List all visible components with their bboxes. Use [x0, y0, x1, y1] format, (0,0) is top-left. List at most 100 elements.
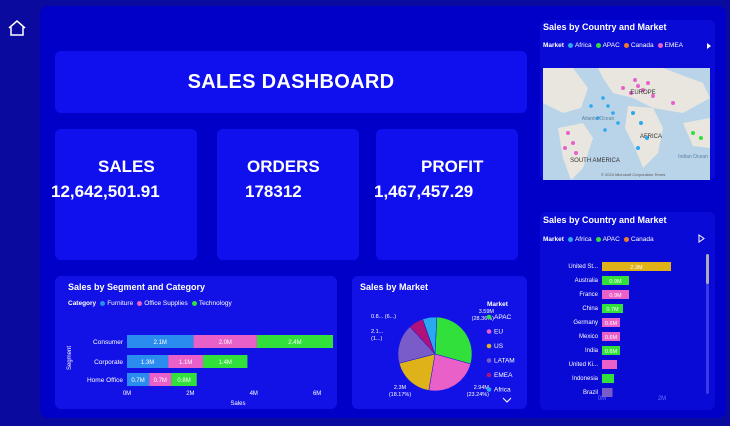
- segment-chart-plot: Segment Sales Consumer 2.1M 2.0M 2.4M Corpor…: [67, 335, 333, 407]
- x-tick-label: 0M: [598, 396, 606, 402]
- kpi-label: SALES: [98, 157, 155, 176]
- legend-item: Technology: [191, 300, 232, 307]
- legend-label: EMEA: [664, 42, 684, 49]
- map-canvas: EUROPE Atlantic Ocean AFRICA SOUTH AMERI…: [543, 68, 710, 180]
- x-tick-label: 2M: [658, 396, 666, 402]
- map-label: AFRICA: [640, 134, 662, 140]
- category-label: Brazil: [583, 390, 598, 396]
- category-label: United St...: [568, 264, 598, 270]
- data-label: 2.4M: [288, 340, 301, 346]
- legend-label: Office Supplies: [144, 300, 188, 307]
- category-label: China: [582, 306, 598, 312]
- legend-label: EU: [494, 329, 503, 336]
- page-title: SALES DASHBOARD: [187, 70, 395, 93]
- bar: [602, 360, 617, 369]
- category-label: United Ki...: [569, 362, 599, 368]
- segment-category-chart[interactable]: Sales by Segment and Category Category F…: [55, 276, 337, 409]
- scroll-down-icon[interactable]: [502, 397, 512, 404]
- map-label: EUROPE: [630, 90, 655, 96]
- dashboard-canvas: SALES DASHBOARD SALES 12,642,501.91 ORDE…: [38, 4, 728, 420]
- data-label: 0.6M: [605, 321, 618, 327]
- legend-title: Market: [543, 42, 564, 49]
- data-label: 2.1...: [371, 329, 384, 335]
- data-label: 1.4M: [219, 360, 232, 366]
- legend-item: Canada: [623, 42, 654, 49]
- category-label: Germany: [573, 320, 598, 326]
- category-label: France: [579, 292, 598, 298]
- kpi-card-orders: ORDERS 178312: [217, 129, 359, 260]
- legend-label: EMEA: [494, 372, 513, 379]
- category-label: Mexico: [579, 334, 599, 340]
- data-label: 1.3M: [141, 360, 154, 366]
- data-label: (23.24%): [467, 392, 489, 398]
- category-label: India: [585, 348, 599, 354]
- legend-label: LATAM: [494, 358, 515, 365]
- data-label: 0.6M: [605, 349, 618, 355]
- data-label: 3.59M: [479, 309, 495, 315]
- map-label: SOUTH AMERICA: [570, 158, 620, 164]
- kpi-card-sales: SALES 12,642,501.91: [51, 129, 197, 260]
- legend-item: Office Supplies: [137, 300, 188, 307]
- legend-label: Africa: [494, 387, 511, 394]
- category-label: Indonesia: [572, 376, 599, 382]
- bar: [602, 374, 614, 383]
- legend-label: Technology: [198, 300, 232, 307]
- data-label: 0.7M: [154, 378, 167, 384]
- pie-plot: 3.59M(28.36%)2.94M(23.24%)2.3M(18.17%)2.…: [371, 301, 515, 398]
- data-label: 0.9M: [609, 279, 622, 285]
- legend-item: EMEA: [657, 42, 684, 49]
- data-label: 1.1M: [179, 360, 192, 366]
- kpi-value: 1,467,457.29: [374, 182, 474, 201]
- x-tick-label: 6M: [313, 391, 321, 397]
- data-label: 2.3M: [630, 265, 643, 271]
- legend-item: Furniture: [100, 300, 133, 307]
- category-label: Corporate: [94, 359, 123, 366]
- data-label: 2.3M: [394, 385, 407, 391]
- category-label: Consumer: [93, 339, 124, 346]
- chart-legend: Category Furniture Office Supplies Techn…: [68, 300, 232, 307]
- map-label: Indian Ocean: [678, 154, 708, 160]
- legend-label: Canada: [630, 42, 654, 49]
- data-label: 0.8M: [177, 378, 190, 384]
- y-axis-label: Segment: [67, 346, 73, 370]
- category-label: Home Office: [87, 377, 123, 384]
- x-tick-label: 0M: [123, 391, 131, 397]
- legend-label: APAC: [494, 314, 512, 321]
- country-bar-plot: United St... 2.3M Australia 0.9M France 0.9M C…: [568, 262, 671, 402]
- x-axis-label: Sales: [230, 401, 245, 407]
- legend-swatch: [486, 343, 492, 349]
- data-label: 2.0M: [219, 340, 232, 346]
- legend-label: US: [494, 343, 504, 350]
- legend-swatch: [486, 358, 492, 363]
- data-label: 0.7M: [131, 378, 144, 384]
- chart-title: Sales by Country and Market: [543, 22, 667, 32]
- kpi-value: 178312: [245, 182, 302, 201]
- world-map[interactable]: EUROPE Atlantic Ocean AFRICA SOUTH AMERI…: [543, 68, 710, 180]
- map-legend: Market Africa APAC Canada EMEA: [543, 42, 683, 49]
- legend-item: APAC: [595, 42, 620, 49]
- legend-label: Furniture: [107, 300, 134, 307]
- kpi-label: PROFIT: [421, 157, 484, 176]
- data-label: 2.1M: [154, 340, 167, 346]
- legend-label: APAC: [602, 42, 620, 49]
- legend-swatch: [486, 329, 492, 334]
- legend-title: Category: [68, 300, 97, 307]
- kpi-card-profit: PROFIT 1,467,457.29: [374, 129, 518, 260]
- map-label: Atlantic Ocean: [582, 116, 615, 122]
- country-bar-panel[interactable]: Sales by Country and Market Market Afric…: [540, 212, 715, 410]
- data-label: (18.17%): [389, 392, 411, 398]
- chart-title: Sales by Segment and Category: [68, 282, 206, 292]
- legend-swatch: [486, 387, 492, 392]
- kpi-label: ORDERS: [247, 157, 320, 176]
- data-label: 0.9M: [609, 293, 622, 299]
- legend-label: Africa: [574, 42, 592, 49]
- legend-swatch: [486, 314, 492, 320]
- x-tick-label: 2M: [186, 391, 194, 397]
- legend-next-icon[interactable]: [706, 42, 712, 50]
- legend-item: Africa: [567, 42, 592, 49]
- map-panel[interactable]: Sales by Country and Market Market Afric…: [540, 20, 715, 180]
- kpi-value: 12,642,501.91: [51, 182, 160, 201]
- legend-title: Market: [487, 301, 509, 308]
- market-pie-chart[interactable]: Sales by Market 3.59M (28.36%) 2.94M (23.24…: [352, 276, 527, 409]
- home-icon[interactable]: [7, 19, 27, 37]
